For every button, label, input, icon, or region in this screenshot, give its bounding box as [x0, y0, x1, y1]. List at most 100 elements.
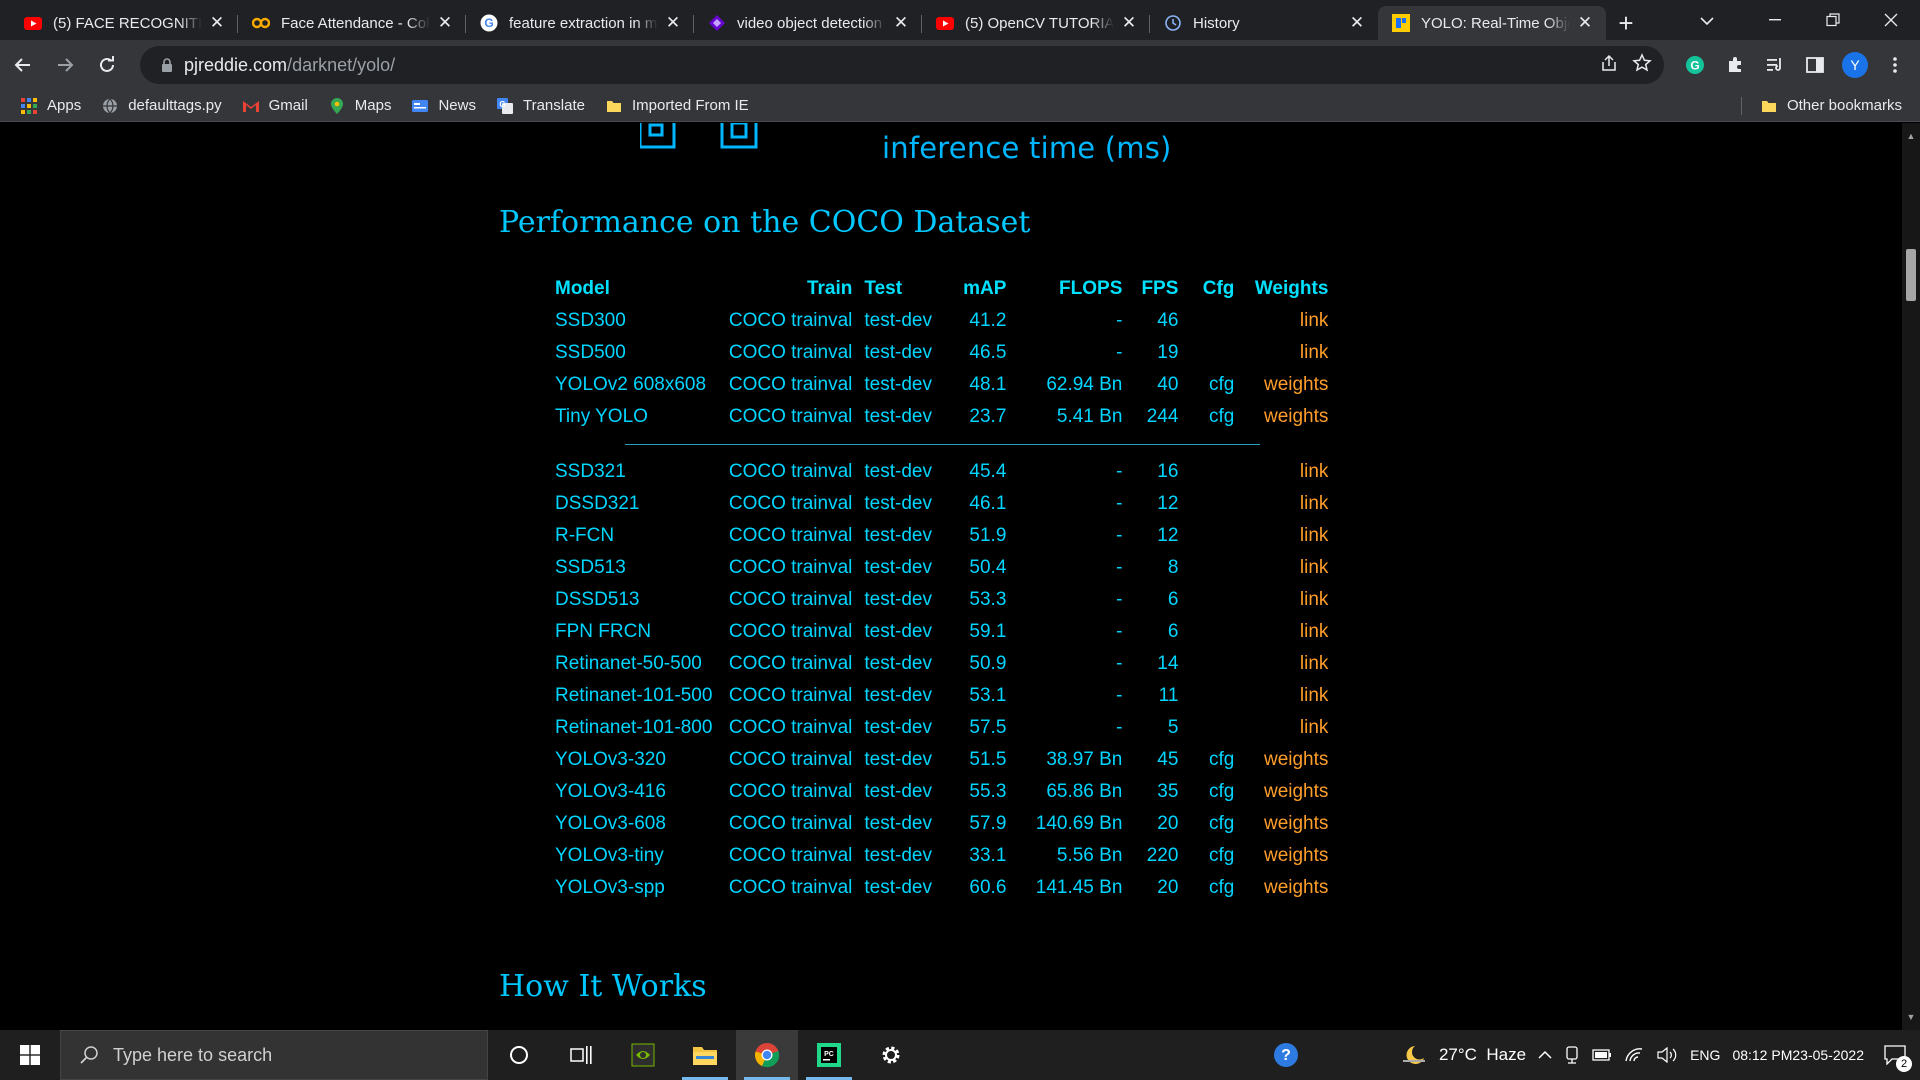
cfg-link[interactable]: cfg	[1184, 369, 1240, 401]
bookmark-gmail[interactable]: Gmail	[234, 92, 316, 120]
cfg-link[interactable]: cfg	[1184, 744, 1240, 776]
new-tab-button[interactable]: +	[1606, 6, 1646, 40]
weights-link[interactable]: link	[1240, 337, 1334, 369]
lock-icon[interactable]	[150, 58, 184, 72]
cell-model: Retinanet-101-500	[555, 685, 713, 706]
weights-link[interactable]: link	[1240, 488, 1334, 520]
bookmark-star-icon[interactable]	[1632, 52, 1652, 78]
cell-test: test-dev	[864, 406, 932, 427]
tab-search-icon[interactable]	[1690, 4, 1724, 38]
page-scrollbar[interactable]: ▲ ▼	[1902, 123, 1920, 1030]
weights-link[interactable]: link	[1240, 456, 1334, 488]
close-window-icon[interactable]	[1862, 0, 1920, 40]
browser-tab[interactable]: History ✕	[1150, 6, 1378, 40]
cfg-link[interactable]: cfg	[1184, 872, 1240, 904]
close-tab-icon[interactable]: ✕	[436, 13, 454, 32]
browser-tab[interactable]: Face Attendance - Colab ✕	[238, 6, 466, 40]
weights-link[interactable]: weights	[1240, 840, 1334, 872]
close-tab-icon[interactable]: ✕	[208, 13, 226, 32]
language-indicator[interactable]: ENG	[1684, 1030, 1726, 1080]
chrome-taskbar-icon[interactable]	[736, 1030, 798, 1080]
cell-train: COCO trainval	[728, 749, 853, 770]
help-icon[interactable]: ?	[1267, 1030, 1305, 1080]
url-host: pjreddie.com	[184, 54, 288, 75]
close-tab-icon[interactable]: ✕	[664, 13, 682, 32]
share-icon[interactable]	[1600, 54, 1618, 77]
scrollbar-thumb[interactable]	[1906, 249, 1916, 301]
browser-tab[interactable]: (5) FACE RECOGNITION ✕	[10, 6, 238, 40]
how-it-works-heading: How It Works	[499, 969, 707, 1004]
close-tab-icon[interactable]: ✕	[1348, 13, 1366, 32]
weather-text[interactable]: 27°C Haze	[1433, 1030, 1532, 1080]
weights-link[interactable]: weights	[1240, 369, 1334, 401]
cell-train: COCO trainval	[728, 813, 853, 834]
cfg-link[interactable]: cfg	[1184, 776, 1240, 808]
menu-kebab-icon[interactable]	[1878, 48, 1912, 82]
grammarly-icon[interactable]: G	[1678, 48, 1712, 82]
media-control-icon[interactable]	[1758, 48, 1792, 82]
reload-icon[interactable]	[88, 46, 126, 84]
weights-link[interactable]: link	[1240, 680, 1334, 712]
pycharm-icon[interactable]: PC	[798, 1030, 860, 1080]
nvidia-icon[interactable]	[612, 1030, 674, 1080]
tray-chevron-icon[interactable]	[1532, 1030, 1558, 1080]
extensions-puzzle-icon[interactable]	[1718, 48, 1752, 82]
restore-icon[interactable]	[1804, 0, 1862, 40]
bookmark-apps-grid[interactable]: Apps	[12, 92, 89, 120]
weights-link[interactable]: weights	[1240, 401, 1334, 433]
forward-icon[interactable]	[46, 46, 84, 84]
weights-link[interactable]: weights	[1240, 744, 1334, 776]
minimize-icon[interactable]	[1746, 0, 1804, 40]
task-view-icon[interactable]	[550, 1030, 612, 1080]
notifications-icon[interactable]: 2	[1870, 1030, 1920, 1080]
weights-link[interactable]: link	[1240, 712, 1334, 744]
weights-link[interactable]: weights	[1240, 872, 1334, 904]
weights-link[interactable]: weights	[1240, 776, 1334, 808]
cfg-link[interactable]: cfg	[1184, 401, 1240, 433]
meet-now-icon[interactable]	[1558, 1030, 1586, 1080]
side-panel-icon[interactable]	[1798, 48, 1832, 82]
close-tab-icon[interactable]: ✕	[892, 13, 910, 32]
close-tab-icon[interactable]: ✕	[1120, 13, 1138, 32]
taskbar-search-box[interactable]: Type here to search	[60, 1030, 488, 1080]
weights-link[interactable]: link	[1240, 648, 1334, 680]
url-text[interactable]: pjreddie.com/darknet/yolo/	[184, 55, 395, 76]
weights-link[interactable]: link	[1240, 552, 1334, 584]
bookmark-news[interactable]: News	[403, 92, 484, 120]
other-bookmarks-folder[interactable]: Other bookmarks	[1752, 92, 1910, 120]
close-tab-icon[interactable]: ✕	[1576, 13, 1594, 32]
browser-tab[interactable]: video object detection ✕	[694, 6, 922, 40]
weights-link[interactable]: link	[1240, 584, 1334, 616]
profile-avatar[interactable]: Y	[1838, 48, 1872, 82]
cfg-link[interactable]: cfg	[1184, 808, 1240, 840]
wifi-icon[interactable]	[1618, 1030, 1650, 1080]
cell-map: 33.1	[969, 845, 1007, 866]
browser-tab[interactable]: Gfeature extraction in machine ✕	[466, 6, 694, 40]
weights-link[interactable]: link	[1240, 305, 1334, 337]
weights-link[interactable]: link	[1240, 520, 1334, 552]
cfg-link[interactable]: cfg	[1184, 840, 1240, 872]
scroll-up-arrow[interactable]: ▲	[1902, 127, 1920, 145]
weights-link[interactable]: link	[1240, 616, 1334, 648]
table-row: YOLOv3-608 COCO trainval test-dev 57.9 140.6…	[549, 808, 1334, 840]
file-explorer-icon[interactable]	[674, 1030, 736, 1080]
bookmark-maps[interactable]: Maps	[320, 92, 400, 120]
scroll-down-arrow[interactable]: ▼	[1902, 1008, 1920, 1026]
bookmark-folder[interactable]: Imported From IE	[597, 92, 757, 120]
cortana-icon[interactable]	[488, 1030, 550, 1080]
weights-link[interactable]: weights	[1240, 808, 1334, 840]
battery-icon[interactable]	[1586, 1030, 1618, 1080]
bookmark-globe[interactable]: defaulttags.py	[93, 92, 229, 120]
back-icon[interactable]	[4, 46, 42, 84]
browser-tab[interactable]: YOLO: Real-Time Object Detection ✕	[1378, 6, 1606, 40]
volume-icon[interactable]	[1650, 1030, 1684, 1080]
weather-moon-icon[interactable]	[1395, 1030, 1433, 1080]
windows-start-icon[interactable]	[0, 1030, 60, 1080]
address-bar[interactable]: pjreddie.com/darknet/yolo/	[140, 46, 1664, 84]
cell-train: COCO trainval	[728, 717, 853, 738]
clock[interactable]: 08:12 PM 23-05-2022	[1726, 1030, 1870, 1080]
bookmark-translate[interactable]: G Translate	[488, 92, 593, 120]
settings-gear-icon[interactable]	[860, 1030, 922, 1080]
browser-tab[interactable]: (5) OpenCV TUTORIAL ✕	[922, 6, 1150, 40]
cell-fps: 20	[1157, 813, 1179, 834]
